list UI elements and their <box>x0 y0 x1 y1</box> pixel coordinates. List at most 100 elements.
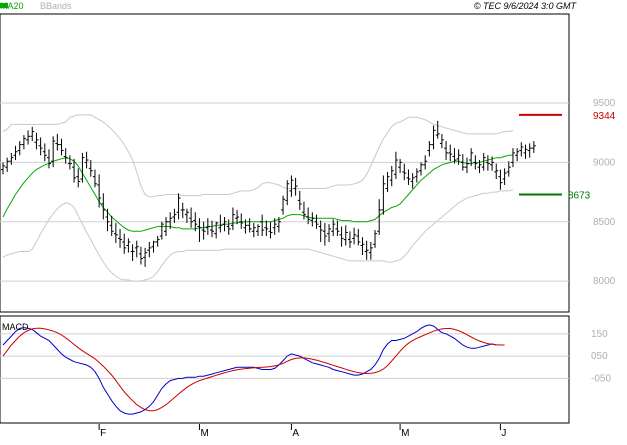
x-tick-label: M <box>401 428 409 439</box>
macd-tick-label: 150 <box>591 329 608 340</box>
price-axis-ticks: 8000 8500 9000 9500 <box>593 98 616 287</box>
ohlc-bar <box>214 221 219 239</box>
ohlc-bar <box>176 193 181 220</box>
ohlc-bar <box>364 240 369 260</box>
ohlc-bar <box>218 214 223 233</box>
ohlc-bar <box>134 240 139 258</box>
ohlc-bar <box>109 215 114 237</box>
ohlc-bar <box>297 190 302 210</box>
ohlc-bar <box>360 237 365 256</box>
bband-upper-line <box>2 114 514 198</box>
ohlc-bar <box>502 168 507 185</box>
resistance-label: 9344 <box>593 111 616 122</box>
ohlc-bar <box>519 142 524 157</box>
ohlc-bar <box>239 213 244 229</box>
ohlc-bar <box>310 212 315 227</box>
ohlc-bar <box>431 125 436 150</box>
ohlc-bar <box>339 226 344 247</box>
ohlc-bar <box>159 221 164 240</box>
ohlc-bar <box>356 228 361 246</box>
ohlc-bar <box>281 195 286 215</box>
ohlc-bar <box>180 202 185 219</box>
ohlc-bar <box>230 207 235 231</box>
ohlc-bar <box>210 220 214 238</box>
ohlc-bar <box>444 141 449 161</box>
ohlc-bar <box>255 224 260 237</box>
ohlc-bar <box>9 152 14 165</box>
price-tick-label: 9500 <box>593 98 616 109</box>
ohlc-bar <box>373 230 378 248</box>
ohlc-bar <box>130 244 135 261</box>
x-tick-label: M <box>200 428 208 439</box>
ohlc-bar <box>251 222 256 238</box>
price-grid <box>0 102 569 282</box>
ma20-line <box>2 154 513 232</box>
ohlc-bar <box>151 240 156 253</box>
ohlc-bar <box>268 221 273 239</box>
ohlc-bar <box>30 126 35 142</box>
ohlc-bar <box>63 148 68 164</box>
ohlc-bar <box>13 145 18 161</box>
price-tick-label: 8000 <box>593 276 616 287</box>
ohlc-bar <box>515 148 520 162</box>
ohlc-bar <box>385 171 390 193</box>
x-tick-label: J <box>501 428 506 439</box>
ohlc-bar <box>118 228 123 248</box>
macd-lines <box>2 324 505 415</box>
ohlc-bar <box>92 169 97 188</box>
ohlc-bar <box>327 224 332 242</box>
ohlc-bar <box>506 161 511 177</box>
ohlc-bar <box>293 177 298 196</box>
key-levels: 9344 8673 <box>519 111 616 201</box>
ohlc-bar <box>498 169 503 190</box>
ohlc-bar <box>343 225 348 246</box>
bbands-legend-label: BBands <box>40 1 72 11</box>
ohlc-bar <box>113 222 118 244</box>
ohlc-bar <box>289 175 294 197</box>
ohlc-bar <box>485 155 490 171</box>
ohlc-bar <box>201 221 206 240</box>
macd-label: MACD <box>2 322 29 332</box>
ohlc-bar <box>34 132 39 150</box>
ohlc-bar <box>301 201 306 220</box>
ohlc-bar <box>389 165 394 187</box>
ohlc-bar <box>435 120 440 139</box>
price-tick-label: 9000 <box>593 157 616 168</box>
ma20-legend-label: MA20 <box>0 1 24 11</box>
ohlc-bar <box>126 238 131 253</box>
ohlc-bar <box>172 208 177 223</box>
ohlc-bar <box>247 218 252 233</box>
x-tick-label: F <box>100 428 106 439</box>
ohlc-bar <box>38 137 43 156</box>
price-bars <box>1 120 536 267</box>
ohlc-bar <box>26 130 31 145</box>
ohlc-bar <box>143 247 148 267</box>
ohlc-bar <box>393 151 398 180</box>
ohlc-bar <box>184 208 189 223</box>
chart-svg: MA20 BBands © TEC 9/6/2024 3:0 GMT 93448… <box>0 1 616 439</box>
ohlc-bar <box>42 143 47 162</box>
ohlc-bar <box>368 241 373 260</box>
ohlc-bar <box>402 163 407 181</box>
ohlc-bar <box>97 174 102 208</box>
source-caption: © TEC 9/6/2024 3:0 GMT <box>474 1 578 11</box>
ohlc-bar <box>59 138 64 156</box>
ohlc-bar <box>189 207 194 228</box>
ohlc-bar <box>105 208 110 232</box>
ohlc-bar <box>527 143 532 158</box>
macd-tick-label: -050 <box>591 373 611 384</box>
ohlc-bar <box>318 220 323 242</box>
signal-series-line <box>2 327 505 412</box>
macd-series-line <box>2 324 497 415</box>
ohlc-bar <box>264 220 269 237</box>
ohlc-bar <box>260 214 265 237</box>
ohlc-bar <box>398 158 403 174</box>
ohlc-bar <box>122 233 127 254</box>
macd-axis-ticks: -050 050 150 <box>591 329 611 385</box>
ohlc-bar <box>448 144 453 162</box>
ohlc-bar <box>510 148 515 168</box>
ma20-series-line <box>2 154 513 232</box>
x-axis: FMAMJ <box>98 424 506 439</box>
ohlc-bar <box>335 220 340 237</box>
ohlc-bar <box>80 152 85 183</box>
